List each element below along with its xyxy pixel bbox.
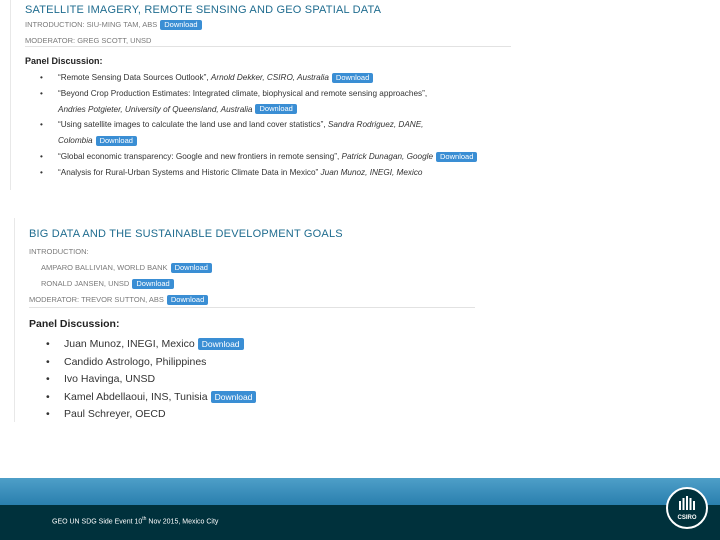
download-button[interactable]: Download bbox=[170, 263, 212, 274]
bullet: • bbox=[40, 167, 43, 177]
moderator-line: MODERATOR: TREVOR SUTTON, ABS Download bbox=[29, 295, 209, 306]
list-item: Colombia Download bbox=[58, 133, 477, 149]
speaker-name: RONALD JANSEN, UNSD bbox=[41, 279, 130, 288]
item-title: “Global economic transparency: Google an… bbox=[58, 151, 342, 161]
introduction-label: INTRODUCTION: bbox=[29, 247, 89, 256]
panel-heading: Panel Discussion: bbox=[25, 56, 103, 66]
panel-list: • “Remote Sensing Data Sources Outlook”, … bbox=[40, 70, 478, 181]
download-button[interactable]: Download bbox=[197, 338, 244, 351]
panel-heading: Panel Discussion: bbox=[29, 318, 120, 330]
introduction-label: INTRODUCTION: SIU-MING TAM, ABS bbox=[25, 20, 158, 29]
item-speaker: Patrick Dunagan, Google bbox=[341, 151, 434, 161]
list-item: • “Remote Sensing Data Sources Outlook”, … bbox=[40, 70, 477, 86]
item-speaker: Juan Munoz, INEGI, Mexico bbox=[320, 167, 423, 177]
bullet: • bbox=[46, 338, 50, 350]
item-speaker: Andries Potgieter, University of Queensl… bbox=[58, 104, 253, 114]
item-speaker: Sandra Rodriguez, DANE, bbox=[327, 120, 424, 130]
item-title: “Beyond Crop Production Estimates: Integ… bbox=[58, 88, 428, 98]
section-satellite-imagery: SATELLITE IMAGERY, REMOTE SENSING AND GE… bbox=[10, 0, 519, 190]
panelist-name: Paul Schreyer, OECD bbox=[64, 408, 166, 420]
item-speaker: Arnold Dekker, CSIRO, Australia bbox=[210, 73, 329, 82]
panel-list: • Juan Munoz, INEGI, Mexico Download • Candi… bbox=[46, 336, 257, 424]
bullet: • bbox=[40, 120, 43, 130]
bullet: • bbox=[46, 408, 50, 420]
logo-text: CSIRO bbox=[677, 515, 696, 521]
list-item: • Paul Schreyer, OECD bbox=[46, 406, 256, 424]
introduction-speaker-line: RONALD JANSEN, UNSD Download bbox=[41, 279, 174, 290]
introduction-line: INTRODUCTION: SIU-MING TAM, ABS Download bbox=[25, 20, 202, 31]
section-big-data: BIG DATA AND THE SUSTAINABLE DEVELOPMENT… bbox=[14, 218, 483, 422]
download-button[interactable]: Download bbox=[95, 136, 137, 147]
list-item: • “Using satellite images to calculate th… bbox=[40, 117, 477, 133]
divider bbox=[25, 46, 511, 47]
download-button[interactable]: Download bbox=[132, 279, 174, 290]
download-button[interactable]: Download bbox=[331, 72, 374, 83]
divider bbox=[29, 307, 475, 308]
list-item: • “Global economic transparency: Google a… bbox=[40, 149, 478, 165]
moderator-line: MODERATOR: GREG SCOTT, UNSD bbox=[25, 36, 152, 45]
list-item: • Juan Munoz, INEGI, Mexico Download bbox=[46, 336, 256, 354]
speaker-name: AMPARO BALLIVIAN, WORLD BANK bbox=[41, 263, 168, 272]
bullet: • bbox=[46, 373, 50, 385]
section-title: BIG DATA AND THE SUSTAINABLE DEVELOPMENT… bbox=[29, 228, 343, 240]
item-speaker: Colombia bbox=[58, 136, 93, 146]
footer-caption-text: GEO UN SDG Side Event 10 bbox=[52, 518, 143, 526]
panelist-name: Juan Munoz, INEGI, Mexico bbox=[64, 338, 195, 350]
moderator-label: MODERATOR: TREVOR SUTTON, ABS bbox=[29, 295, 164, 304]
item-title: “Remote Sensing Data Sources Outlook”, bbox=[58, 73, 211, 82]
csiro-logo-icon: CSIRO bbox=[677, 496, 697, 521]
download-button[interactable]: Download bbox=[210, 390, 257, 403]
panelist-name: Candido Astrologo, Philippines bbox=[64, 355, 207, 368]
download-button[interactable]: Download bbox=[166, 295, 209, 306]
bullet: • bbox=[40, 73, 43, 82]
list-item: • “Beyond Crop Production Estimates: Inte… bbox=[40, 86, 477, 102]
list-item: • Ivo Havinga, UNSD bbox=[46, 371, 256, 389]
download-button[interactable]: Download bbox=[160, 20, 202, 31]
panelist-name: Kamel Abdellaoui, INS, Tunisia bbox=[64, 390, 208, 403]
footer-caption: GEO UN SDG Side Event 10th Nov 2015, Mex… bbox=[52, 516, 218, 525]
download-button[interactable]: Download bbox=[255, 104, 297, 115]
section-title: SATELLITE IMAGERY, REMOTE SENSING AND GE… bbox=[25, 4, 382, 16]
csiro-logo: CSIRO bbox=[666, 487, 708, 529]
list-item: • “Analysis for Rural-Urban Systems and H… bbox=[40, 165, 477, 181]
panelist-name: Ivo Havinga, UNSD bbox=[64, 373, 156, 385]
item-title: “Analysis for Rural-Urban Systems and Hi… bbox=[58, 167, 321, 177]
bullet: • bbox=[40, 88, 43, 98]
item-title: “Using satellite images to calculate the… bbox=[58, 120, 328, 130]
introduction-speaker-line: AMPARO BALLIVIAN, WORLD BANK Download bbox=[41, 263, 212, 274]
bullet: • bbox=[46, 390, 50, 403]
bullet: • bbox=[40, 151, 43, 161]
footer-band bbox=[0, 478, 720, 505]
footer-caption-text: Nov 2015, Mexico City bbox=[146, 518, 219, 526]
list-item: • Kamel Abdellaoui, INS, Tunisia Download bbox=[46, 389, 257, 407]
bullet: • bbox=[46, 355, 50, 368]
list-item: Andries Potgieter, University of Queensl… bbox=[58, 102, 477, 118]
list-item: • Candido Astrologo, Philippines bbox=[46, 354, 256, 372]
download-button[interactable]: Download bbox=[436, 151, 478, 162]
